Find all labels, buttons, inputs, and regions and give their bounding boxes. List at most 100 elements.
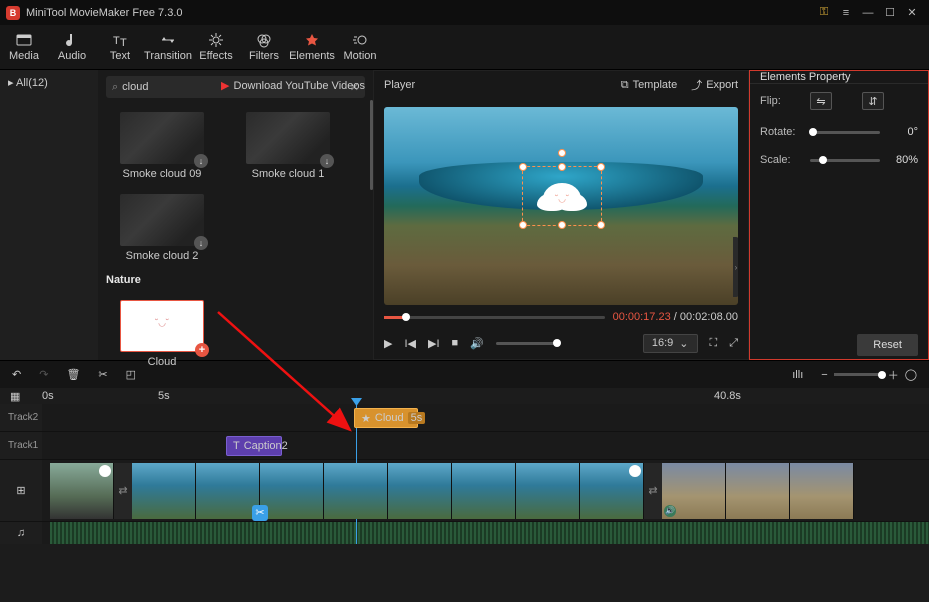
svg-text:T: T xyxy=(113,35,120,47)
volume-slider[interactable] xyxy=(496,342,558,345)
video-frame[interactable]: ✂ xyxy=(260,463,324,519)
zoom-in-icon[interactable]: ＋ xyxy=(888,367,899,383)
tab-elements[interactable]: Elements xyxy=(288,25,336,69)
scale-value: 80% xyxy=(888,154,918,166)
timeline-tracks: Track2 Track1 ★ Cloud 5s T Caption2 ⊞ ⇄ … xyxy=(0,404,929,544)
rotate-label: Rotate: xyxy=(760,126,802,138)
volume-icon[interactable]: 🔊 xyxy=(470,337,484,350)
section-nature-header: Nature xyxy=(106,274,365,286)
download-youtube-link[interactable]: ▶ Download YouTube Videos xyxy=(221,79,365,92)
export-button[interactable]: ⤴Export xyxy=(691,77,738,93)
video-frame[interactable] xyxy=(790,463,854,519)
zoom-out-icon[interactable]: − xyxy=(821,369,827,381)
clip-cloud[interactable]: ★ Cloud 5s xyxy=(354,408,418,428)
next-frame-button[interactable]: ▶I xyxy=(428,337,440,350)
download-icon[interactable]: ↓ xyxy=(320,154,334,168)
tab-text[interactable]: TTText xyxy=(96,25,144,69)
download-icon[interactable]: ↓ xyxy=(194,236,208,250)
scale-slider[interactable] xyxy=(810,159,880,162)
video-frame[interactable] xyxy=(452,463,516,519)
close-button[interactable]: ✕ xyxy=(901,2,923,24)
app-logo: B xyxy=(6,6,20,20)
flip-label: Flip: xyxy=(760,95,802,107)
props-title: Elements Property xyxy=(750,71,928,84)
video-frame[interactable]: 🔊 xyxy=(662,463,726,519)
video-frame[interactable] xyxy=(388,463,452,519)
redo-button[interactable]: ↷ xyxy=(39,368,48,381)
app-title: MiniTool MovieMaker Free 7.3.0 xyxy=(26,7,183,19)
add-element-icon[interactable]: + xyxy=(195,343,209,357)
audio-track[interactable] xyxy=(50,522,929,544)
undo-button[interactable]: ↶ xyxy=(12,368,21,381)
template-button[interactable]: ⧉Template xyxy=(621,79,678,92)
library-item-label: Smoke cloud 1 xyxy=(252,168,325,180)
ruler-icon: ▦ xyxy=(10,390,20,403)
elements-library: ⌕ ✕ ▶ Download YouTube Videos ↓ Smoke cl… xyxy=(98,70,373,360)
video-track[interactable]: ⇄ ✂ ⇄ 🔊 xyxy=(42,463,854,519)
play-button[interactable]: ▶ xyxy=(384,337,392,350)
track2-label: Track2 xyxy=(0,404,42,431)
library-scrollbar[interactable] xyxy=(370,100,373,190)
library-item-label: Smoke cloud 2 xyxy=(126,250,199,262)
video-frame[interactable] xyxy=(580,463,644,519)
text-icon: T xyxy=(233,440,240,452)
collapse-props-icon[interactable]: › xyxy=(733,237,738,297)
elements-property-panel: Elements Property Flip: ⇋ ⇵ Rotate: 0° S… xyxy=(749,70,929,360)
maximize-button[interactable]: ☐ xyxy=(879,2,901,24)
library-item[interactable]: ↓ Smoke cloud 09 xyxy=(106,112,218,180)
video-frame[interactable] xyxy=(324,463,388,519)
video-frame[interactable] xyxy=(516,463,580,519)
audio-sync-icon[interactable]: ıllı xyxy=(792,369,803,381)
library-item[interactable]: ↓ Smoke cloud 2 xyxy=(106,194,218,262)
tab-audio[interactable]: Audio xyxy=(48,25,96,69)
library-item[interactable]: ↓ Smoke cloud 1 xyxy=(232,112,344,180)
tab-filters[interactable]: Filters xyxy=(240,25,288,69)
titlebar: B MiniTool MovieMaker Free 7.3.0 ⚿ ≡ — ☐… xyxy=(0,0,929,25)
swap-clip-icon[interactable]: ⇄ xyxy=(644,463,662,519)
prev-frame-button[interactable]: I◀ xyxy=(404,337,416,350)
zoom-fit-icon[interactable]: ◯ xyxy=(905,368,917,381)
split-button[interactable]: ✂ xyxy=(98,368,107,381)
library-item-label: Smoke cloud 09 xyxy=(123,168,202,180)
delete-button[interactable]: 🗑 xyxy=(66,368,80,381)
video-track-icon: ⊞ xyxy=(16,484,25,497)
key-icon[interactable]: ⚿ xyxy=(813,2,835,24)
fullscreen-button[interactable]: ⤢ xyxy=(729,337,738,350)
chevron-down-icon: ⌄ xyxy=(679,337,688,350)
video-frame[interactable] xyxy=(726,463,790,519)
swap-clip-icon[interactable]: ⇄ xyxy=(114,463,132,519)
seek-bar[interactable] xyxy=(384,316,605,319)
export-icon: ⤴ xyxy=(691,77,702,93)
tab-media[interactable]: Media xyxy=(0,25,48,69)
player-title: Player xyxy=(384,79,415,91)
rotate-slider[interactable] xyxy=(810,131,880,134)
tab-transition[interactable]: Transition xyxy=(144,25,192,69)
stop-button[interactable]: ■ xyxy=(452,337,459,349)
video-frame[interactable] xyxy=(50,463,114,519)
flip-horizontal-button[interactable]: ⇋ xyxy=(810,92,832,110)
flip-vertical-button[interactable]: ⇵ xyxy=(862,92,884,110)
category-all[interactable]: ▸ All(12) xyxy=(8,76,90,89)
scale-label: Scale: xyxy=(760,154,802,166)
preview-canvas[interactable]: ˘◡˘ › xyxy=(384,107,738,305)
snapshot-button[interactable]: ⛶ xyxy=(710,337,718,350)
video-frame[interactable] xyxy=(196,463,260,519)
track1-label: Track1 xyxy=(0,432,42,459)
element-selection-box[interactable]: ˘◡˘ xyxy=(522,166,602,226)
timeline-zoom[interactable]: − ＋ ◯ xyxy=(821,367,917,383)
tab-motion[interactable]: Motion xyxy=(336,25,384,69)
player-panel: Player ⧉Template ⤴Export ˘◡˘ › xyxy=(373,70,749,360)
library-item-cloud[interactable]: ˘◡˘ + Cloud xyxy=(106,300,218,368)
reset-button[interactable]: Reset xyxy=(857,334,918,356)
star-icon: ★ xyxy=(361,412,371,425)
menu-icon[interactable]: ≡ xyxy=(835,2,857,24)
tab-effects[interactable]: Effects xyxy=(192,25,240,69)
timeline-ruler[interactable]: ▦ 0s 5s 40.8s xyxy=(0,388,929,404)
audio-track-icon: ♫ xyxy=(17,527,25,539)
crop-button[interactable]: ◰ xyxy=(126,368,136,381)
clip-caption[interactable]: T Caption2 xyxy=(226,436,282,456)
aspect-ratio-select[interactable]: 16:9⌄ xyxy=(643,334,698,353)
video-frame[interactable] xyxy=(132,463,196,519)
download-icon[interactable]: ↓ xyxy=(194,154,208,168)
minimize-button[interactable]: — xyxy=(857,2,879,24)
